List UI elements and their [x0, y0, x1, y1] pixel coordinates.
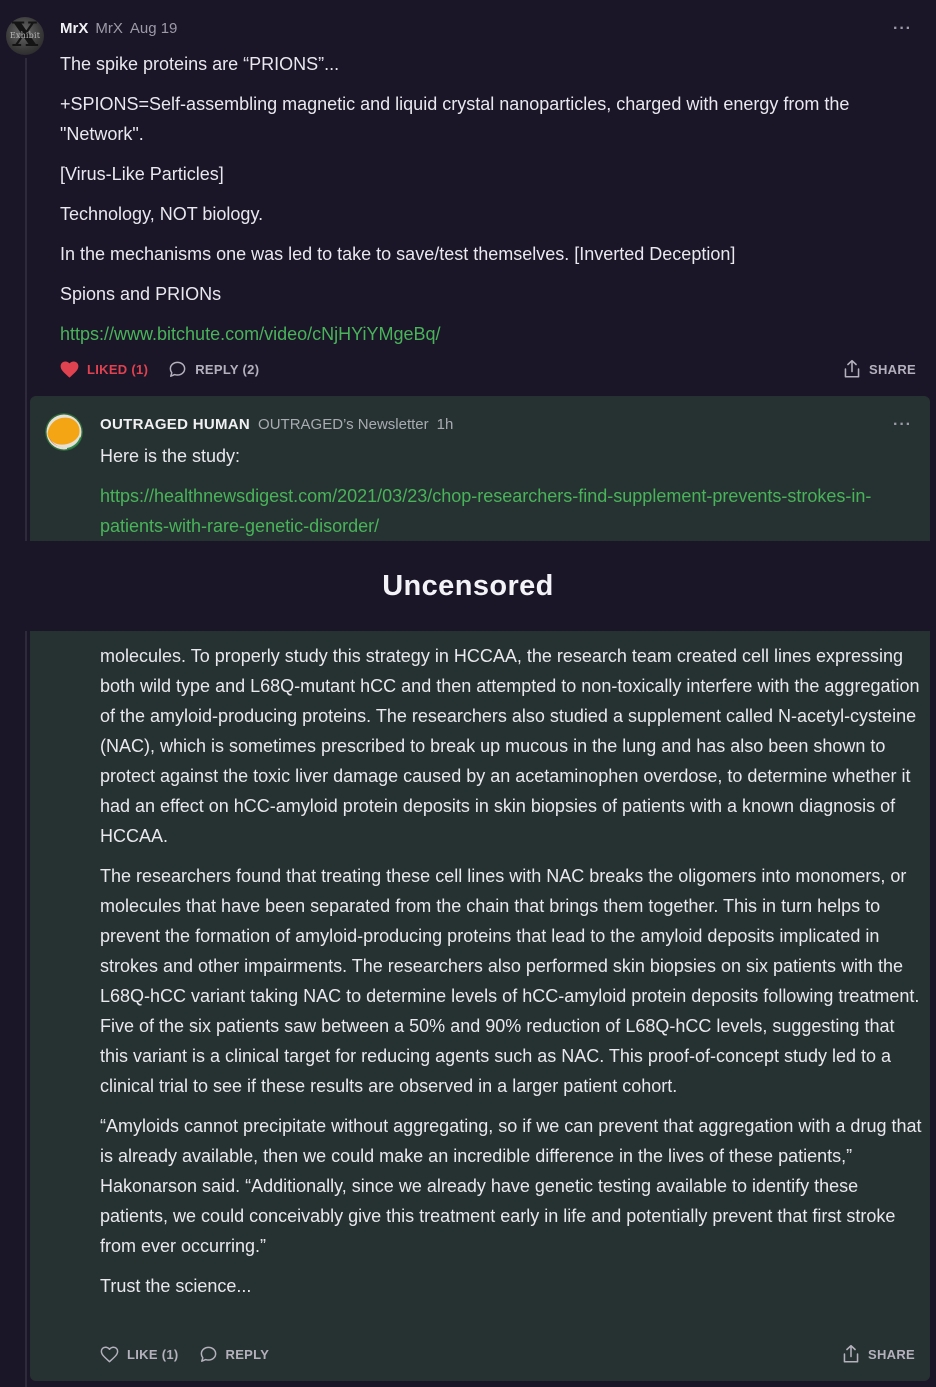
- liked-label: LIKED (1): [87, 361, 149, 377]
- comment-link-paragraph: https://www.bitchute.com/video/cNjHYiYMg…: [60, 319, 920, 349]
- reply-paragraph: The researchers found that treating thes…: [100, 866, 920, 1096]
- share-icon: [843, 359, 861, 379]
- share-label: SHARE: [867, 1346, 915, 1362]
- reply-paragraph: Trust the science...: [100, 1276, 252, 1296]
- comment-paragraph: Spions and PRIONs: [60, 284, 222, 304]
- banner-title: Uncensored: [382, 569, 554, 602]
- reply-paragraph: “Amyloids cannot precipitate without agg…: [100, 1116, 922, 1256]
- heart-filled-icon: [60, 361, 79, 378]
- share-icon: [842, 1344, 860, 1364]
- reply-paragraph: Here is the study:: [100, 446, 241, 466]
- comment-paragraph: [Virus-Like Particles]: [60, 164, 224, 184]
- reply-body: molecules. To properly study this strate…: [100, 641, 925, 1311]
- author-handle[interactable]: MrX: [95, 20, 123, 37]
- share-button[interactable]: SHARE: [843, 359, 916, 379]
- reply-intro: Here is the study: https://healthnewsdig…: [100, 441, 920, 551]
- uncensored-banner: Uncensored: [0, 541, 936, 631]
- author-name[interactable]: OUTRAGED HUMAN: [100, 416, 250, 433]
- share-button[interactable]: SHARE: [842, 1344, 915, 1364]
- like-button[interactable]: LIKE (1): [100, 1346, 179, 1363]
- speech-bubble-icon: [168, 360, 187, 379]
- share-label: SHARE: [868, 361, 916, 377]
- comment-paragraph: Technology, NOT biology.: [60, 204, 264, 224]
- comment-paragraph: +SPIONS=Self-assembling magnetic and liq…: [60, 94, 850, 144]
- bitchute-link[interactable]: https://www.bitchute.com/video/cNjHYiYMg…: [60, 324, 441, 344]
- reply-paragraph: molecules. To properly study this strate…: [100, 646, 920, 846]
- avatar-text: Exhibit: [9, 31, 41, 40]
- more-options-icon[interactable]: ···: [893, 416, 912, 434]
- comment-paragraph: In the mechanisms one was led to take to…: [60, 244, 736, 264]
- speech-bubble-icon: [199, 1345, 218, 1364]
- liked-button[interactable]: LIKED (1): [60, 361, 148, 378]
- reply-actions: LIKE (1) REPLY SHARE: [100, 1342, 915, 1366]
- more-options-icon[interactable]: ···: [893, 20, 912, 38]
- author-name[interactable]: MrX: [60, 20, 88, 37]
- comment-meta: MrX MrX Aug 19: [60, 20, 177, 40]
- comment-actions: LIKED (1) REPLY (2) SHARE: [60, 357, 916, 381]
- comment-date[interactable]: Aug 19: [130, 20, 178, 37]
- comment-body: The spike proteins are “PRIONS”... +SPIO…: [60, 49, 920, 359]
- comment-time[interactable]: 1h: [437, 416, 454, 433]
- comment-paragraph: The spike proteins are “PRIONS”...: [60, 54, 340, 74]
- reply-button[interactable]: REPLY (2): [168, 360, 259, 379]
- reply-link-paragraph: https://healthnewsdigest.com/2021/03/23/…: [100, 481, 920, 541]
- heart-outline-icon: [100, 1346, 119, 1363]
- reply-meta: OUTRAGED HUMAN OUTRAGED’s Newsletter 1h: [100, 416, 453, 433]
- thread-line: [25, 58, 27, 1387]
- reply-label: REPLY: [225, 1346, 270, 1362]
- reply-label: REPLY (2): [195, 361, 260, 377]
- like-label: LIKE (1): [127, 1346, 179, 1362]
- avatar[interactable]: [45, 413, 83, 451]
- avatar[interactable]: X Exhibit: [6, 17, 44, 55]
- newsletter-name[interactable]: OUTRAGED’s Newsletter: [258, 416, 429, 433]
- study-link[interactable]: https://healthnewsdigest.com/2021/03/23/…: [100, 486, 871, 536]
- reply-button[interactable]: REPLY: [199, 1345, 270, 1364]
